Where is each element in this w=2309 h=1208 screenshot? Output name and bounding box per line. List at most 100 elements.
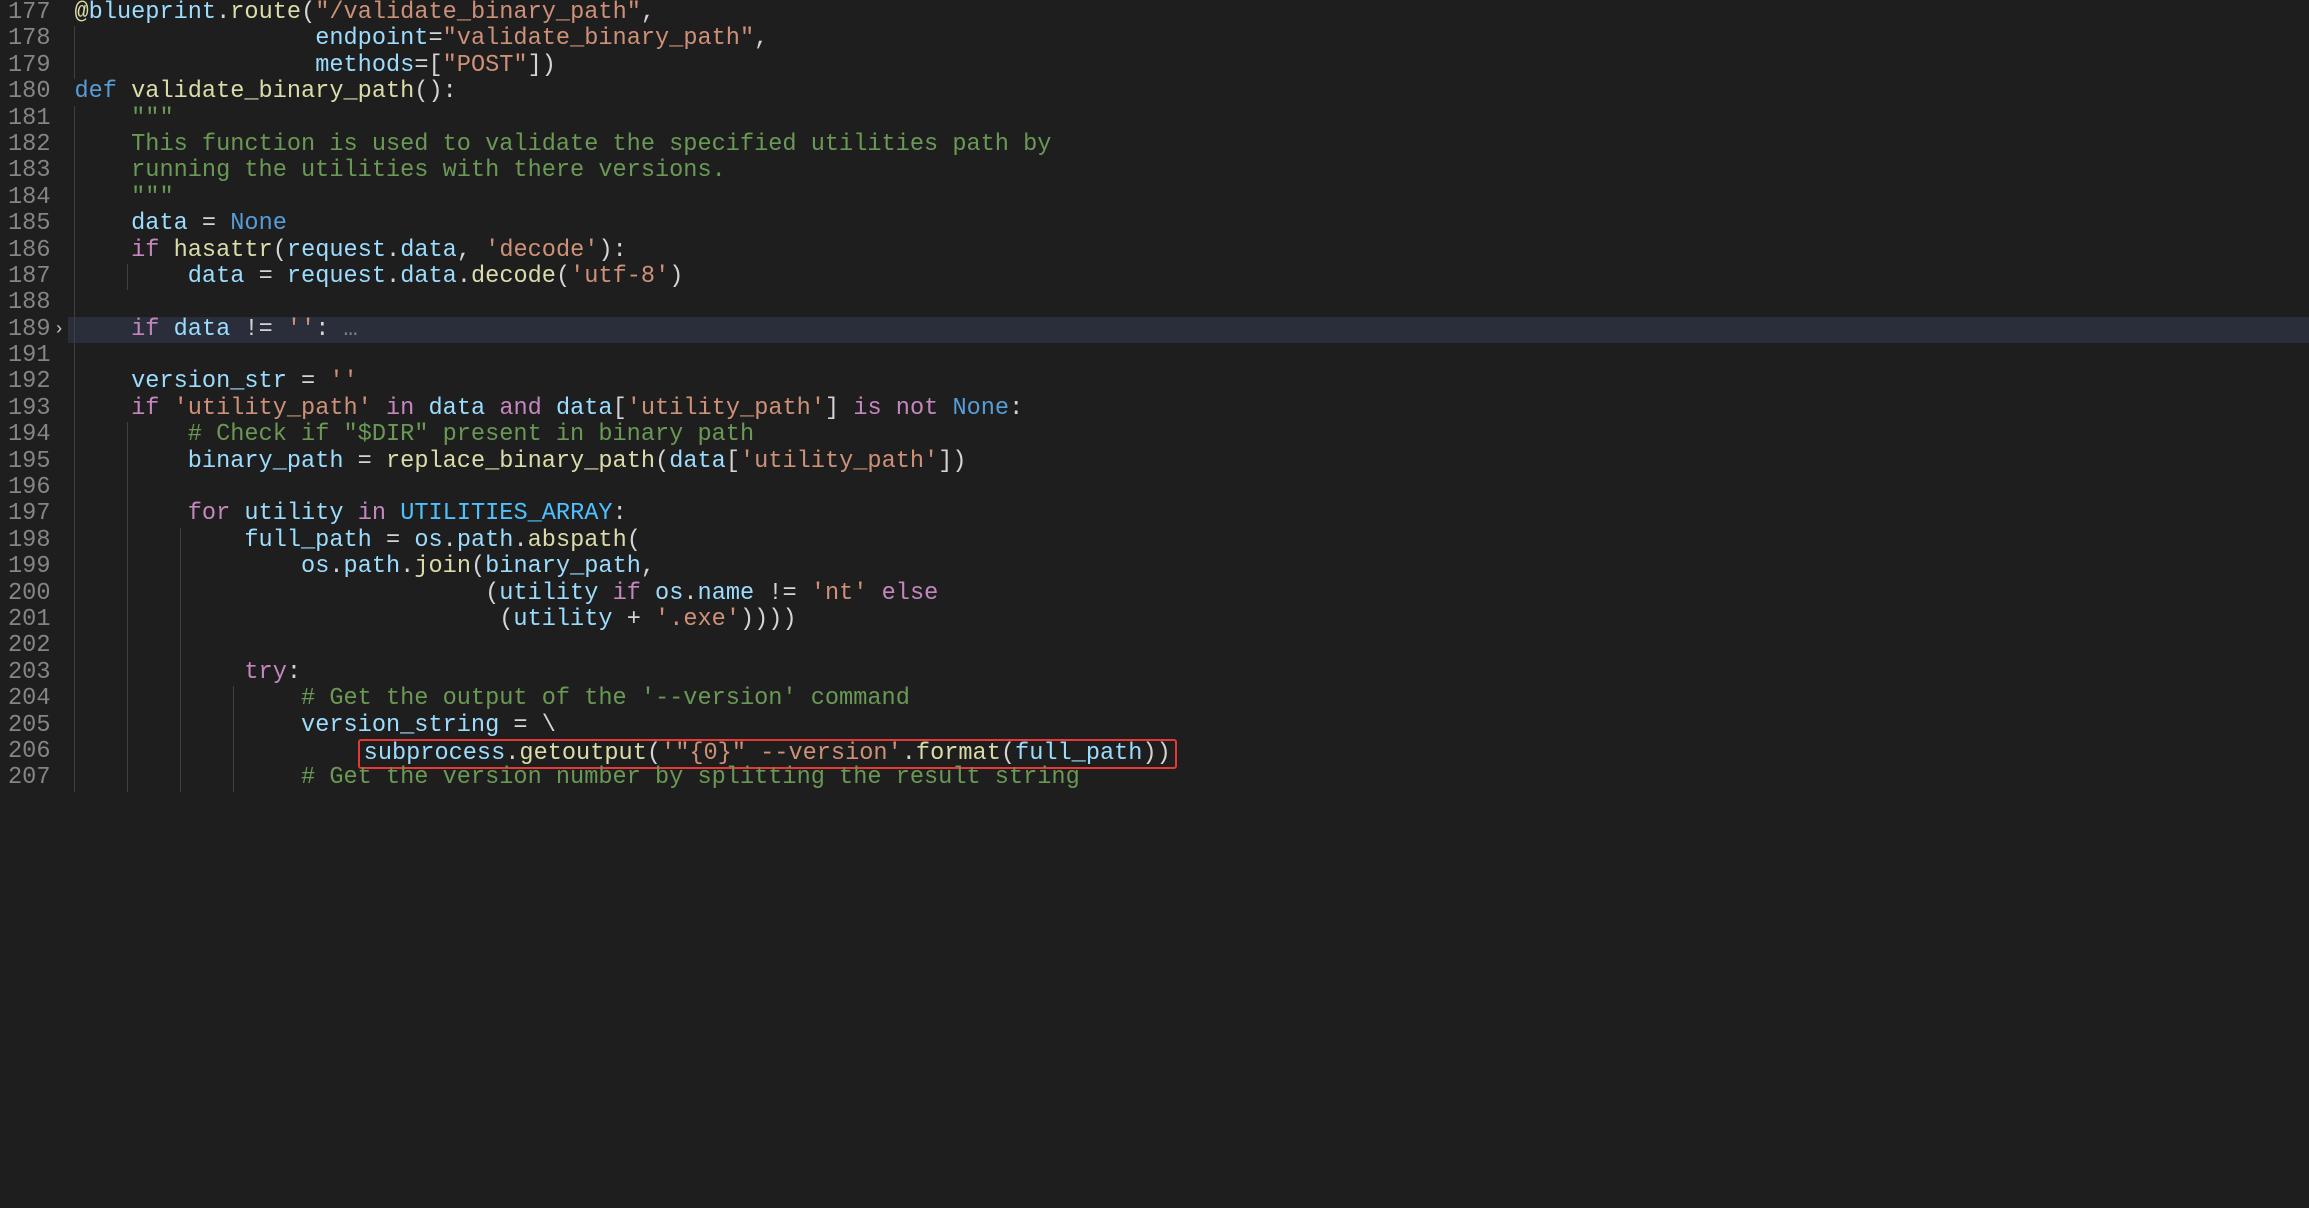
code-line[interactable]: methods=["POST"]) bbox=[68, 53, 2309, 79]
code-token bbox=[74, 105, 131, 132]
indent-guide bbox=[233, 739, 234, 765]
code-line[interactable]: This function is used to validate the sp… bbox=[68, 132, 2309, 158]
code-token: data bbox=[429, 395, 486, 422]
code-editor[interactable]: 177178179180181182183184185186187188189›… bbox=[0, 0, 2309, 1208]
code-line[interactable]: data = None bbox=[68, 211, 2309, 237]
code-line[interactable]: endpoint="validate_binary_path", bbox=[68, 26, 2309, 52]
code-line[interactable]: if 'utility_path' in data and data['util… bbox=[68, 396, 2309, 422]
line-number: 194 bbox=[8, 422, 50, 448]
code-token: os bbox=[414, 527, 442, 554]
code-line[interactable]: (utility + '.exe')))) bbox=[68, 607, 2309, 633]
line-number: 199 bbox=[8, 554, 50, 580]
line-number: 203 bbox=[8, 660, 50, 686]
code-token: validate_binary_path bbox=[131, 78, 414, 105]
line-number: 179 bbox=[8, 53, 50, 79]
code-token: hasattr bbox=[174, 237, 273, 264]
code-line[interactable]: os.path.join(binary_path, bbox=[68, 554, 2309, 580]
code-line[interactable] bbox=[68, 475, 2309, 501]
code-area[interactable]: @blueprint.route("/validate_binary_path"… bbox=[68, 0, 2309, 1208]
indent-guide bbox=[74, 739, 75, 765]
code-token bbox=[74, 237, 131, 264]
code-token: utility bbox=[244, 500, 343, 527]
code-token: . bbox=[683, 580, 697, 607]
code-line[interactable]: def validate_binary_path(): bbox=[68, 79, 2309, 105]
code-line[interactable]: version_str = '' bbox=[68, 369, 2309, 395]
line-number: 188 bbox=[8, 290, 50, 316]
code-line[interactable]: running the utilities with there version… bbox=[68, 158, 2309, 184]
code-token: "POST" bbox=[443, 52, 528, 79]
code-line[interactable] bbox=[68, 633, 2309, 659]
code-line[interactable] bbox=[68, 290, 2309, 316]
code-token bbox=[598, 580, 612, 607]
indent-guide bbox=[74, 449, 75, 475]
code-token: ( bbox=[556, 263, 570, 290]
indent-guide bbox=[74, 53, 75, 79]
code-token bbox=[74, 527, 244, 554]
code-line[interactable]: (utility if os.name != 'nt' else bbox=[68, 581, 2309, 607]
code-token: path bbox=[344, 553, 401, 580]
indent-guide bbox=[127, 607, 128, 633]
code-line[interactable]: if data != '': … bbox=[68, 317, 2309, 343]
indent-guide bbox=[180, 739, 181, 765]
code-line[interactable]: """ bbox=[68, 106, 2309, 132]
code-token: '"{0}" --version' bbox=[661, 740, 902, 767]
indent-guide bbox=[127, 739, 128, 765]
code-token: # Get the output of the '--version' comm… bbox=[301, 685, 910, 712]
code-token: name bbox=[698, 580, 755, 607]
code-token: try bbox=[244, 659, 286, 686]
code-line[interactable]: for utility in UTILITIES_ARRAY: bbox=[68, 501, 2309, 527]
code-token: version_str bbox=[131, 368, 287, 395]
code-line[interactable] bbox=[68, 343, 2309, 369]
code-line[interactable]: full_path = os.path.abspath( bbox=[68, 528, 2309, 554]
indent-guide bbox=[127, 422, 128, 448]
code-line[interactable]: # Get the output of the '--version' comm… bbox=[68, 686, 2309, 712]
indent-guide bbox=[127, 528, 128, 554]
code-token: if bbox=[613, 580, 655, 607]
code-token: getoutput bbox=[519, 740, 646, 767]
code-line[interactable]: # Get the version number by splitting th… bbox=[68, 765, 2309, 791]
code-token: ( bbox=[1001, 740, 1015, 767]
line-number: 185 bbox=[8, 211, 50, 237]
code-token: methods bbox=[315, 52, 414, 79]
code-line[interactable]: # Check if "$DIR" present in binary path bbox=[68, 422, 2309, 448]
code-token bbox=[74, 316, 131, 343]
code-token: abspath bbox=[528, 527, 627, 554]
indent-guide bbox=[127, 501, 128, 527]
code-token: data bbox=[400, 263, 457, 290]
code-line[interactable]: subprocess.getoutput('"{0}" --version'.f… bbox=[68, 739, 2309, 765]
code-token: . bbox=[513, 527, 527, 554]
code-token: for bbox=[188, 500, 245, 527]
indent-guide bbox=[74, 185, 75, 211]
indent-guide bbox=[127, 633, 128, 659]
code-token: ]) bbox=[528, 52, 556, 79]
code-line[interactable]: """ bbox=[68, 185, 2309, 211]
code-token bbox=[74, 368, 131, 395]
code-token: path bbox=[457, 527, 514, 554]
code-token: running the utilities with there version… bbox=[131, 157, 726, 184]
line-number: 193 bbox=[8, 396, 50, 422]
code-token: '' bbox=[329, 368, 357, 395]
code-token: + bbox=[613, 606, 655, 633]
code-line[interactable]: data = request.data.decode('utf-8') bbox=[68, 264, 2309, 290]
indent-guide bbox=[233, 686, 234, 712]
code-token: : bbox=[287, 659, 301, 686]
fold-chevron-icon[interactable]: › bbox=[54, 317, 65, 343]
code-token: else bbox=[882, 580, 939, 607]
indent-guide bbox=[74, 158, 75, 184]
code-token: 'utility_path' bbox=[740, 448, 938, 475]
code-line[interactable]: if hasattr(request.data, 'decode'): bbox=[68, 238, 2309, 264]
code-token: version_string bbox=[301, 712, 499, 739]
code-token bbox=[74, 263, 187, 290]
code-token: : bbox=[613, 500, 627, 527]
indent-guide bbox=[127, 475, 128, 501]
code-line[interactable]: binary_path = replace_binary_path(data['… bbox=[68, 449, 2309, 475]
code-token: None bbox=[952, 395, 1009, 422]
code-token: = bbox=[287, 368, 329, 395]
code-token: = bbox=[428, 25, 442, 52]
code-line[interactable]: @blueprint.route("/validate_binary_path"… bbox=[68, 0, 2309, 26]
code-token: ): bbox=[598, 237, 626, 264]
code-line[interactable]: try: bbox=[68, 660, 2309, 686]
code-token: if bbox=[131, 316, 173, 343]
indent-guide bbox=[74, 686, 75, 712]
code-line[interactable]: version_string = \ bbox=[68, 713, 2309, 739]
